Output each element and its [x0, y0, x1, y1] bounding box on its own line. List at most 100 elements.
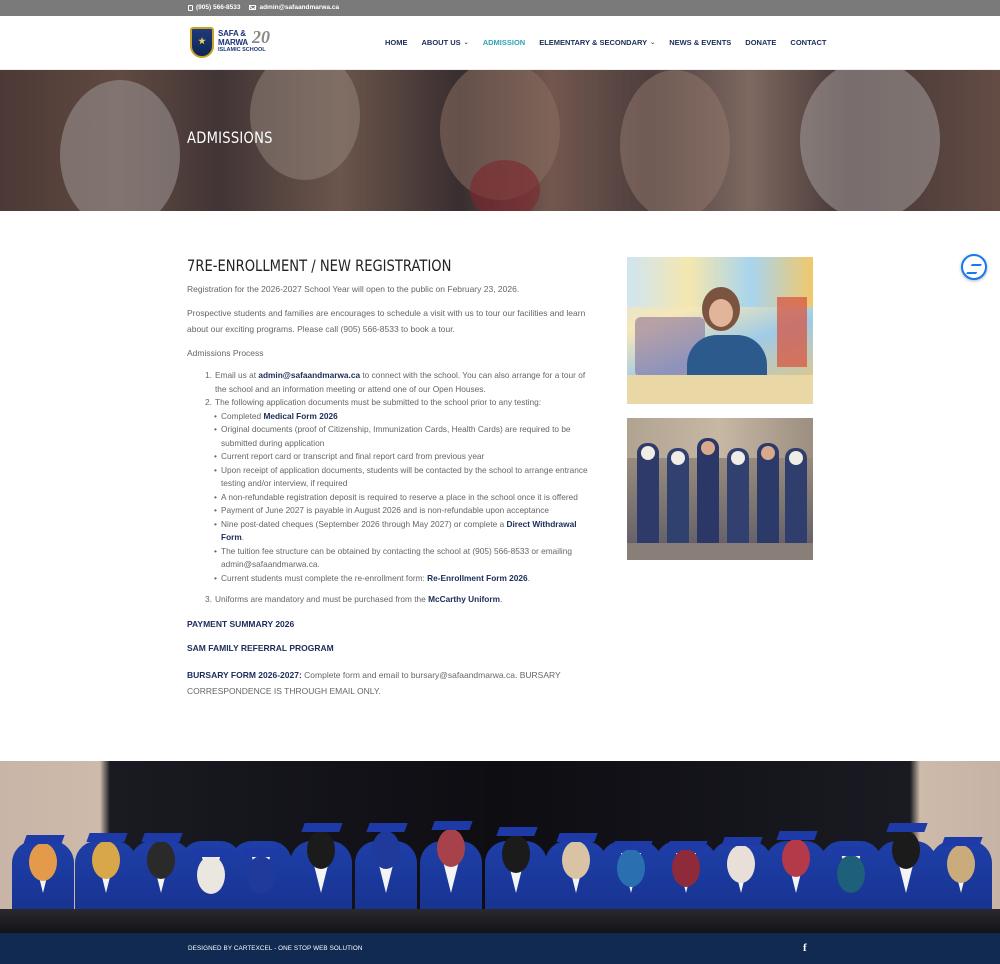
logo-line-1: SAFA & — [218, 29, 246, 38]
nav-about-label: ABOUT US — [421, 38, 461, 47]
list-item: • Current students must complete the re-e… — [214, 572, 597, 586]
nav-contact-label: CONTACT — [790, 38, 827, 47]
bullet: • — [214, 451, 217, 461]
bullet: • — [214, 545, 217, 556]
nav-donate-label: DONATE — [745, 38, 777, 47]
phone-text: (905) 566-8533 — [196, 4, 241, 11]
nav-home-label: HOME — [385, 38, 408, 47]
site-header: SAFA & MARWA ISLAMIC SCHOOL 20 HOME ABOU… — [0, 16, 1000, 70]
logo-line-2: MARWA — [218, 38, 248, 47]
chevron-down-icon: ⌄ — [650, 40, 656, 46]
bursary-form-link[interactable]: BURSARY FORM 2026-2027: — [187, 670, 302, 680]
bullet: • — [214, 572, 217, 583]
admissions-steps: 1. Email us at admin@safaandmarwa.ca to … — [205, 369, 597, 410]
list-item-post: . — [527, 572, 530, 583]
list-item-pre: Current students must complete the re-en… — [221, 572, 428, 583]
section-heading: 7RE-ENROLLMENT / NEW REGISTRATION — [187, 256, 452, 275]
list-item-text: Upon receipt of application documents, s… — [221, 464, 588, 489]
step-text-post: . — [499, 594, 503, 604]
school-logo[interactable]: SAFA & MARWA ISLAMIC SCHOOL 20 — [190, 26, 274, 60]
crest-icon — [190, 27, 214, 58]
nav-home[interactable]: HOME — [385, 38, 408, 47]
nav-donate[interactable]: DONATE — [745, 38, 776, 47]
bullet: • — [214, 491, 217, 502]
list-item-text: The tuition fee structure can be obtaine… — [221, 545, 572, 570]
facebook-icon[interactable]: f — [803, 942, 807, 954]
bursary-paragraph: BURSARY FORM 2026-2027: Complete form an… — [187, 667, 597, 699]
logo-anniversary-badge: 20 — [252, 27, 270, 47]
list-item-text: Nine post-dated cheques (September 2026 … — [221, 518, 597, 545]
nav-about-us[interactable]: ABOUT US ⌄ — [422, 38, 469, 47]
chevron-down-icon: ⌄ — [463, 40, 469, 46]
main-content: 7RE-ENROLLMENT / NEW REGISTRATION Regist… — [187, 256, 597, 707]
step-text: Uniforms are mandatory and must be purch… — [215, 593, 502, 607]
family-referral-link[interactable]: SAM FAMILY REFERRAL PROGRAM — [187, 643, 597, 653]
email-text: admin@safaandmarwa.ca — [259, 4, 340, 11]
list-item-post: . — [241, 532, 245, 542]
graduation-photo — [0, 761, 1000, 933]
bullet: • — [214, 505, 217, 515]
step-text: The following application documents must… — [215, 397, 542, 407]
phone-icon — [188, 4, 193, 11]
list-item-text: A non-refundable registration deposit is… — [221, 491, 578, 502]
nav-news-label: NEWS & EVENTS — [669, 38, 732, 47]
step-item: 2. The following application documents m… — [205, 396, 597, 410]
page-title: ADMISSIONS — [187, 128, 273, 147]
list-item: • Payment of June 2027 is payable in Augu… — [214, 504, 597, 518]
nav-elementary-secondary[interactable]: ELEMENTARY & SECONDARY ⌄ — [539, 38, 655, 47]
bullet: • — [214, 518, 217, 529]
nav-admission-label: ADMISSION — [482, 38, 526, 47]
messenger-chat-icon[interactable] — [961, 254, 987, 280]
step-text: Email us at admin@safaandmarwa.ca to con… — [215, 369, 597, 396]
step-number: 1. — [205, 370, 212, 380]
payment-summary-link[interactable]: PAYMENT SUMMARY 2026 — [187, 619, 597, 629]
list-item-text: Payment of June 2027 is payable in Augus… — [221, 505, 549, 515]
list-item-text: Completed Medical Form 2026 — [221, 410, 338, 424]
admissions-process-label: Admissions Process — [187, 348, 264, 358]
admissions-steps-continued: 3. Uniforms are mandatory and must be pu… — [205, 593, 597, 607]
step-text-pre: Uniforms are mandatory and must be purch… — [215, 594, 429, 604]
nav-contact[interactable]: CONTACT — [790, 38, 826, 47]
designer-credit[interactable]: DESIGNED BY CARTEXCEL - ONE STOP WEB SOL… — [188, 945, 363, 952]
list-item: • Nine post-dated cheques (September 2026… — [214, 518, 597, 545]
step-number: 2. — [205, 397, 212, 407]
phone-contact[interactable]: (905) 566-8533 — [188, 4, 240, 11]
nav-elementary-label: ELEMENTARY & SECONDARY — [539, 38, 648, 47]
bullet: • — [214, 410, 217, 421]
hero-overlay — [0, 70, 1000, 211]
documents-list: • Completed Medical Form 2026 • Original d… — [214, 410, 597, 586]
step-number: 3. — [205, 594, 212, 604]
medical-form-link[interactable]: Medical Form 2026 — [263, 411, 337, 421]
list-item-pre: Completed — [221, 410, 264, 421]
list-item: • Upon receipt of application documents, … — [214, 464, 597, 491]
hero-banner: ADMISSIONS — [0, 70, 1000, 211]
list-item-text: Current students must complete the re-en… — [221, 572, 530, 586]
bullet: • — [214, 464, 217, 475]
list-item: • A non-refundable registration deposit i… — [214, 491, 597, 505]
email-contact[interactable]: admin@safaandmarwa.ca — [249, 4, 339, 11]
tour-invitation: Prospective students and families are en… — [187, 308, 586, 334]
list-item: • Original documents (proof of Citizenshi… — [214, 423, 597, 450]
students-group-photo — [627, 418, 813, 560]
step-item: 1. Email us at admin@safaandmarwa.ca to … — [205, 369, 597, 396]
re-enrollment-form-link[interactable]: Re-Enrollment Form 2026 — [427, 573, 528, 583]
list-item: • Completed Medical Form 2026 — [214, 410, 597, 424]
nav-news-events[interactable]: NEWS & EVENTS — [669, 38, 731, 47]
mail-icon — [249, 5, 257, 10]
list-item: • The tuition fee structure can be obtain… — [214, 545, 597, 572]
list-item: • Current report card or transcript and f… — [214, 450, 597, 464]
top-bar: (905) 566-8533 admin@safaandmarwa.ca — [0, 0, 1000, 16]
list-item-pre: Nine post-dated cheques (September 2026 … — [221, 518, 507, 529]
classroom-photo — [627, 257, 813, 404]
list-item-text: Original documents (proof of Citizenship… — [221, 424, 571, 448]
list-item-text: Current report card or transcript and fi… — [221, 451, 485, 461]
bullet: • — [214, 424, 217, 434]
nav-admission[interactable]: ADMISSION — [483, 38, 526, 47]
main-nav: HOME ABOUT US ⌄ ADMISSION ELEMENTARY & SE… — [385, 38, 827, 47]
logo-name: SAFA & MARWA — [218, 29, 248, 47]
registration-notice: Registration for the 2026-2027 School Ye… — [187, 284, 520, 294]
email-link[interactable]: admin@safaandmarwa.ca — [258, 370, 360, 380]
step-item: 3. Uniforms are mandatory and must be pu… — [205, 593, 597, 607]
step-text-pre: Email us at — [215, 370, 259, 380]
mccarthy-uniform-link[interactable]: McCarthy Uniform — [428, 594, 500, 604]
